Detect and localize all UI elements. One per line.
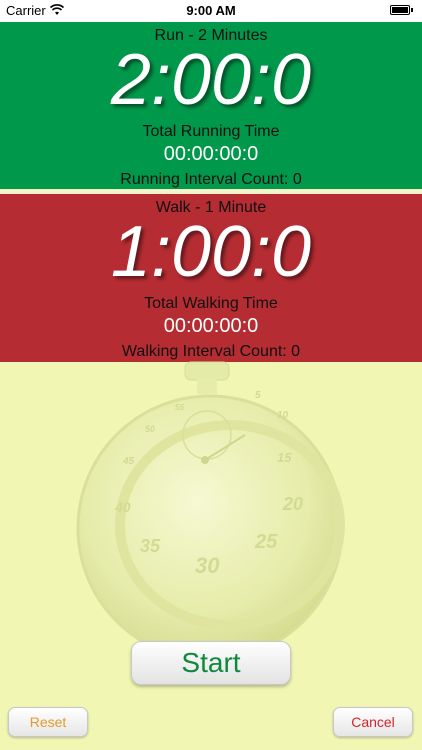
dial-number: 45 (122, 456, 135, 467)
dial-number: 25 (254, 531, 278, 553)
reset-button[interactable]: Reset (8, 707, 88, 737)
walk-total-value: 00:00:00:0 (163, 315, 259, 337)
dial-number: 10 (277, 410, 289, 421)
walk-total-label: Total Walking Time (144, 295, 278, 312)
run-timer: 2:00:0 (110, 40, 312, 120)
dial-number: 30 (195, 553, 220, 578)
dial-number: 55 (175, 403, 184, 412)
start-button[interactable]: Start (131, 641, 291, 685)
cancel-button[interactable]: Cancel (333, 707, 413, 737)
dial-number: 40 (114, 499, 131, 515)
dial-number: 20 (282, 494, 303, 514)
run-interval-count: Running Interval Count: 0 (120, 171, 302, 188)
run-total-value: 00:00:00:0 (163, 143, 259, 165)
battery-icon (390, 5, 413, 15)
status-time: 9:00 AM (186, 3, 236, 18)
dial-number: 50 (145, 424, 155, 434)
run-total-label: Total Running Time (142, 123, 280, 140)
walk-timer: 1:00:0 (110, 212, 312, 292)
dial-number: 35 (140, 536, 161, 556)
walk-interval-count: Walking Interval Count: 0 (121, 343, 301, 360)
status-bar: Carrier 9:00 AM (0, 0, 422, 22)
stopwatch-icon: 5 10 15 20 25 30 35 40 45 50 55 (76, 361, 345, 660)
dial-number: 15 (277, 450, 292, 465)
dial-number: 5 (255, 390, 261, 401)
walk-panel: Walk - 1 Minute 1:00:0 Total Walking Tim… (0, 194, 422, 362)
run-panel: Run - 2 Minutes 2:00:0 Total Running Tim… (0, 22, 422, 189)
